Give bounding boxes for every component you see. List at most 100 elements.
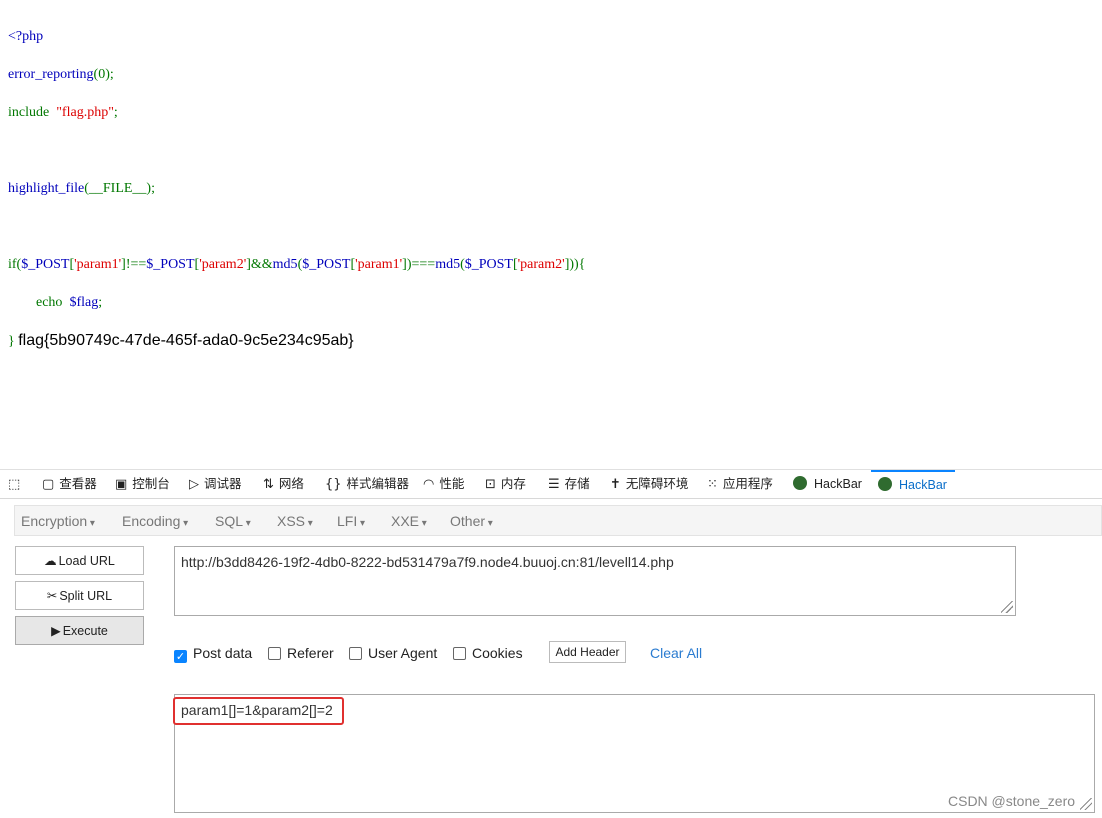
- referer-checkbox[interactable]: Referer: [268, 645, 334, 661]
- debugger-icon: ▷: [189, 477, 199, 492]
- tab-label: 性能: [439, 477, 465, 491]
- code-token: 'param1': [74, 257, 122, 272]
- console-icon: ▣: [115, 477, 128, 492]
- tab-label: 应用程序: [722, 477, 773, 491]
- tab-inspector[interactable]: ▢ 查看器: [42, 470, 97, 499]
- button-label: Split URL: [59, 589, 113, 603]
- checkbox-box: [268, 647, 281, 660]
- menu-encryption[interactable]: Encryption: [21, 513, 95, 529]
- tab-label: 存储: [564, 477, 590, 491]
- code-token: (0);: [93, 67, 114, 82]
- code-token: $_POST: [146, 257, 195, 272]
- menu-lfi[interactable]: LFI: [337, 513, 365, 529]
- execute-button[interactable]: ▶ Execute: [15, 616, 144, 645]
- url-value: http://b3dd8426-19f2-4db0-8222-bd531479a…: [181, 554, 674, 570]
- resize-grip-icon[interactable]: [1001, 601, 1013, 613]
- cookies-checkbox[interactable]: Cookies: [453, 645, 523, 661]
- hackbar-icon: [878, 477, 892, 491]
- tab-label: 控制台: [132, 477, 170, 491]
- code-line: echo $flag;: [8, 293, 585, 312]
- load-url-button[interactable]: ☁ Load URL: [15, 546, 144, 575]
- flag-output: flag{5b90749c-47de-465f-ada0-9c5e234c95a…: [18, 332, 354, 349]
- code-token: ]&&: [246, 257, 273, 272]
- code-token: 'param1': [355, 257, 403, 272]
- tab-accessibility[interactable]: ✝ 无障碍环境: [610, 470, 688, 499]
- network-icon: ⇅: [263, 477, 274, 492]
- tab-debugger[interactable]: ▷ 调试器: [189, 470, 242, 499]
- resize-grip-icon[interactable]: [1080, 798, 1092, 810]
- code-token: $_POST: [302, 257, 351, 272]
- user-agent-checkbox[interactable]: User Agent: [349, 645, 437, 661]
- checkbox-label: User Agent: [368, 645, 438, 661]
- grid-icon: ⁙: [707, 477, 718, 492]
- checkbox-label: Post data: [193, 645, 253, 661]
- code-token: (__FILE__);: [84, 181, 155, 196]
- code-line: include "flag.php";: [8, 103, 585, 122]
- menu-encoding[interactable]: Encoding: [122, 513, 188, 529]
- code-token: }: [8, 334, 19, 349]
- button-label: Execute: [62, 624, 108, 638]
- hackbar-menu: Encryption Encoding SQL XSS LFI XXE Othe…: [14, 505, 1102, 536]
- play-icon: ▶: [51, 623, 61, 638]
- tab-application[interactable]: ⁙ 应用程序: [707, 470, 773, 499]
- accessibility-icon: ✝: [610, 477, 621, 492]
- menu-xss[interactable]: XSS: [277, 513, 313, 529]
- code-token: $flag: [69, 295, 99, 310]
- code-token: 'param2': [199, 257, 247, 272]
- tab-network[interactable]: ⇅ 网络: [263, 470, 304, 499]
- checkbox-label: Cookies: [472, 645, 523, 661]
- code-line: if($_POST['param1']!==$_POST['param2']&&…: [8, 255, 585, 274]
- code-line: <?php: [8, 29, 44, 44]
- storage-icon: ☰: [548, 477, 560, 492]
- checkbox-box: [453, 647, 466, 660]
- split-url-button[interactable]: ✂ Split URL: [15, 581, 144, 610]
- tab-hackbar-active[interactable]: HackBar: [871, 470, 955, 499]
- add-header-button[interactable]: Add Header: [549, 641, 626, 663]
- code-token: md5: [435, 257, 461, 272]
- menu-other[interactable]: Other: [450, 513, 493, 529]
- element-picker-icon[interactable]: ⬚: [8, 470, 25, 499]
- code-token: ;: [98, 295, 103, 310]
- cloud-download-icon: ☁: [44, 553, 57, 568]
- menu-xxe[interactable]: XXE: [391, 513, 427, 529]
- menu-sql[interactable]: SQL: [215, 513, 251, 529]
- tab-label: 查看器: [59, 477, 97, 491]
- tab-label: 网络: [278, 477, 304, 491]
- tab-label: 调试器: [204, 477, 242, 491]
- checkmark-icon: ✓: [174, 650, 187, 663]
- checkbox-box: [349, 647, 362, 660]
- gauge-icon: ◠: [423, 477, 435, 492]
- tab-label: HackBar: [899, 478, 947, 492]
- code-line: highlight_file(__FILE__);: [8, 179, 585, 198]
- tab-performance[interactable]: ◠ 性能: [423, 470, 464, 499]
- code-token: echo: [8, 295, 70, 310]
- url-textarea[interactable]: http://b3dd8426-19f2-4db0-8222-bd531479a…: [174, 546, 1016, 616]
- code-token: $_POST: [21, 257, 70, 272]
- clear-all-link[interactable]: Clear All: [650, 645, 702, 661]
- code-token: ])===: [402, 257, 436, 272]
- tab-memory[interactable]: ⊡ 内存: [485, 470, 526, 499]
- inspector-icon: ▢: [42, 477, 55, 492]
- code-token: $_POST: [464, 257, 513, 272]
- button-label: Load URL: [58, 554, 115, 568]
- tab-label: HackBar: [814, 477, 862, 491]
- code-token: error_reporting: [8, 67, 94, 82]
- braces-icon: {}: [325, 477, 342, 492]
- watermark: CSDN @stone_zero: [948, 793, 1076, 809]
- code-token: ;: [113, 105, 118, 120]
- memory-icon: ⊡: [485, 477, 496, 492]
- tab-hackbar[interactable]: HackBar: [793, 470, 862, 499]
- tab-label: 样式编辑器: [346, 477, 410, 491]
- code-token: md5: [272, 257, 298, 272]
- devtools-toolbar: ⬚ ▢ 查看器 ▣ 控制台 ▷ 调试器 ⇅ 网络 {} 样式编辑器 ◠ 性能 ⊡ 内存 ☰ 存储…: [0, 469, 1102, 499]
- code-token: ]!==: [121, 257, 147, 272]
- code-token: include: [8, 105, 57, 120]
- tab-style-editor[interactable]: {} 样式编辑器: [325, 470, 409, 499]
- highlight-box: [173, 697, 344, 725]
- post-data-checkbox[interactable]: ✓ Post data: [174, 645, 252, 663]
- tab-storage[interactable]: ☰ 存储: [548, 470, 590, 499]
- code-line: } flag{5b90749c-47de-465f-ada0-9c5e234c9…: [8, 331, 585, 350]
- code-token: ])){: [564, 257, 586, 272]
- tab-console[interactable]: ▣ 控制台: [115, 470, 170, 499]
- code-token: if(: [8, 257, 22, 272]
